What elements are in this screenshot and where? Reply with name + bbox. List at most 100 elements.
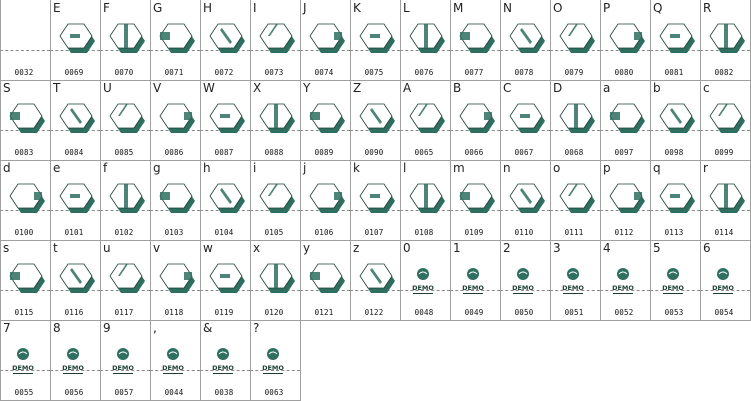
glyph-cell-char: 0 [403, 241, 411, 255]
glyph-cell: g 0103 [150, 160, 200, 240]
hex-letter-glyph-icon [559, 23, 595, 53]
glyph-preview [308, 98, 346, 134]
glyph-cell-char: k [353, 161, 360, 175]
grid-divider [550, 160, 551, 240]
glyph-preview [708, 98, 746, 134]
hex-letter-glyph-icon [109, 103, 145, 133]
glyph-preview [58, 258, 96, 294]
hex-letter-glyph-icon [659, 183, 695, 213]
demo-badge-icon: DEMO [560, 266, 586, 294]
glyph-cell: a 0097 [600, 80, 650, 160]
demo-badge-underline [13, 373, 33, 374]
glyph-preview [58, 98, 96, 134]
glyph-cell: 8 DEMO 0056 [50, 320, 100, 400]
glyph-cell: O 0079 [550, 0, 600, 80]
hex-letter-glyph-icon [259, 183, 295, 213]
grid-divider [600, 80, 601, 160]
hex-letter-glyph-icon [109, 263, 145, 293]
glyph-cell-char: 1 [453, 241, 461, 255]
grid-divider [650, 80, 651, 160]
grid-divider [400, 0, 401, 80]
glyph-cell-code: 0101 [64, 228, 84, 237]
glyph-cell-code: 0056 [64, 388, 84, 397]
glyph-preview [558, 98, 596, 134]
glyph-preview [8, 258, 46, 294]
grid-divider [700, 80, 701, 160]
glyph-cell: B 0066 [450, 80, 500, 160]
glyph-cell: M 0077 [450, 0, 500, 80]
glyph-cell: L 0076 [400, 0, 450, 80]
glyph-cell: 6 DEMO 0054 [700, 240, 750, 320]
glyph-cell-code: 0085 [114, 148, 134, 157]
hex-letter-glyph-icon [209, 263, 245, 293]
demo-badge-icon: DEMO [460, 266, 486, 294]
glyph-cell-code: 0068 [564, 148, 584, 157]
glyph-preview [208, 18, 246, 54]
grid-divider [300, 80, 301, 160]
glyph-cell-char: i [253, 161, 257, 175]
glyph-cell-char: S [3, 81, 11, 95]
glyph-preview [408, 18, 446, 54]
glyph-cell: l 0108 [400, 160, 450, 240]
glyph-cell-char: L [403, 1, 410, 15]
glyph-cell: j 0106 [300, 160, 350, 240]
grid-divider [300, 320, 301, 400]
demo-badge-icon: DEMO [10, 346, 36, 374]
grid-divider [500, 80, 501, 160]
hex-letter-glyph-icon [459, 23, 495, 53]
glyph-cell: K 0075 [350, 0, 400, 80]
glyph-cell-char: 9 [103, 321, 111, 335]
glyph-cell: u 0117 [100, 240, 150, 320]
glyph-preview [458, 178, 496, 214]
grid-divider [0, 320, 751, 321]
glyph-cell-char: o [553, 161, 561, 175]
demo-badge-icon: DEMO [610, 266, 636, 294]
demo-badge-icon: DEMO [410, 266, 436, 294]
glyph-cell-code: 0081 [664, 68, 684, 77]
glyph-cell-char: n [503, 161, 511, 175]
glyph-cell-code: 0121 [314, 308, 334, 317]
glyph-preview [58, 18, 96, 54]
demo-badge-label: DEMO [212, 364, 234, 372]
grid-divider [450, 80, 451, 160]
glyph-cell-char: O [553, 1, 563, 15]
glyph-cell: 2 DEMO 0050 [500, 240, 550, 320]
glyph-cell: o 0111 [550, 160, 600, 240]
demo-badge-label: DEMO [12, 364, 34, 372]
glyph-preview [108, 18, 146, 54]
glyph-cell-code: 0065 [414, 148, 434, 157]
glyph-cell: Y 0089 [300, 80, 350, 160]
hex-letter-glyph-icon [409, 103, 445, 133]
grid-divider [150, 320, 151, 400]
glyph-cell: 9 DEMO 0057 [100, 320, 150, 400]
glyph-cell-code: 0073 [264, 68, 284, 77]
glyph-cell-char: 6 [703, 241, 711, 255]
glyph-cell: h 0104 [200, 160, 250, 240]
glyph-cell: 5 DEMO 0053 [650, 240, 700, 320]
glyph-cell-code: 0120 [264, 308, 284, 317]
grid-divider [600, 160, 601, 240]
hex-letter-glyph-icon [309, 183, 345, 213]
grid-divider [150, 0, 151, 80]
demo-badge-underline [263, 373, 283, 374]
glyph-preview [358, 258, 396, 294]
hex-letter-glyph-icon [459, 103, 495, 133]
hex-letter-glyph-icon [459, 183, 495, 213]
hex-letter-glyph-icon [509, 103, 545, 133]
glyph-cell-char: W [203, 81, 215, 95]
glyph-cell-code: 0104 [214, 228, 234, 237]
demo-badge-underline [463, 293, 483, 294]
glyph-cell-char: j [303, 161, 307, 175]
glyph-cell-char: m [453, 161, 465, 175]
glyph-cell-code: 0106 [314, 228, 334, 237]
glyph-cell: k 0107 [350, 160, 400, 240]
grid-divider [50, 320, 51, 400]
glyph-cell-code: 0112 [614, 228, 634, 237]
glyph-cell-code: 0098 [664, 148, 684, 157]
demo-badge-label: DEMO [512, 284, 534, 292]
glyph-cell-code: 0103 [164, 228, 184, 237]
hex-letter-glyph-icon [409, 23, 445, 53]
grid-divider [300, 240, 301, 320]
glyph-preview [358, 178, 396, 214]
glyph-preview [408, 178, 446, 214]
